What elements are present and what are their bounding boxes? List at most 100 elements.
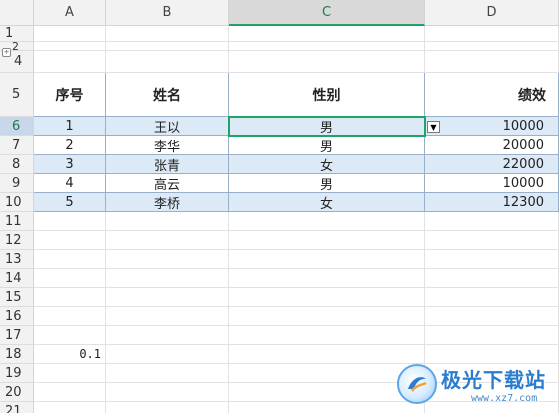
cell[interactable] bbox=[34, 288, 106, 307]
cell[interactable] bbox=[106, 364, 229, 383]
table-cell[interactable]: 女 bbox=[229, 155, 425, 174]
row-header-21[interactable]: 21 bbox=[0, 402, 34, 413]
cell[interactable] bbox=[106, 345, 229, 364]
table-header-index[interactable]: 序号 bbox=[34, 73, 106, 117]
row-header-5[interactable]: 5 bbox=[0, 73, 34, 117]
cell[interactable] bbox=[425, 231, 559, 250]
row-header-11[interactable]: 11 bbox=[0, 212, 34, 231]
row-header-9[interactable]: 9 bbox=[0, 174, 34, 193]
cell[interactable] bbox=[34, 42, 106, 51]
cell[interactable] bbox=[425, 307, 559, 326]
cell[interactable] bbox=[425, 269, 559, 288]
cell[interactable] bbox=[106, 326, 229, 345]
cell[interactable] bbox=[106, 402, 229, 413]
table-cell[interactable]: 张青 bbox=[106, 155, 229, 174]
cell[interactable] bbox=[34, 231, 106, 250]
table-cell[interactable]: 1 bbox=[34, 117, 106, 136]
table-cell[interactable]: 3 bbox=[34, 155, 106, 174]
table-cell[interactable]: 12300 bbox=[425, 193, 559, 212]
row-header-6[interactable]: 6 bbox=[0, 117, 34, 136]
cell[interactable] bbox=[229, 345, 425, 364]
table-cell[interactable]: 女 bbox=[229, 193, 425, 212]
cell[interactable] bbox=[229, 383, 425, 402]
table-cell[interactable]: 王以 bbox=[106, 117, 229, 136]
column-header-a[interactable]: A bbox=[34, 0, 106, 26]
cell[interactable] bbox=[106, 288, 229, 307]
cell[interactable] bbox=[425, 212, 559, 231]
cell-a18[interactable]: 0.1 bbox=[34, 345, 106, 364]
table-cell[interactable]: 高云 bbox=[106, 174, 229, 193]
column-header-b[interactable]: B bbox=[106, 0, 229, 26]
cell[interactable] bbox=[34, 364, 106, 383]
row-header-10[interactable]: 10 bbox=[0, 193, 34, 212]
cell[interactable] bbox=[34, 383, 106, 402]
cell[interactable] bbox=[106, 231, 229, 250]
select-all-corner[interactable] bbox=[0, 0, 34, 26]
cell[interactable] bbox=[229, 42, 425, 51]
table-cell[interactable]: 4 bbox=[34, 174, 106, 193]
cell[interactable] bbox=[229, 26, 425, 42]
cell[interactable] bbox=[106, 51, 229, 73]
cell[interactable] bbox=[229, 326, 425, 345]
table-cell[interactable]: 2 bbox=[34, 136, 106, 155]
row-header-14[interactable]: 14 bbox=[0, 269, 34, 288]
column-header-d[interactable]: D bbox=[425, 0, 559, 26]
cell[interactable] bbox=[229, 250, 425, 269]
cell[interactable] bbox=[425, 250, 559, 269]
table-cell[interactable]: 5 bbox=[34, 193, 106, 212]
dropdown-arrow-icon[interactable]: ▼ bbox=[427, 121, 440, 133]
table-header-performance[interactable]: 绩效 bbox=[425, 73, 559, 117]
cell[interactable] bbox=[229, 212, 425, 231]
table-header-gender[interactable]: 性别 bbox=[229, 73, 425, 117]
cell[interactable] bbox=[425, 51, 559, 73]
cell[interactable] bbox=[34, 212, 106, 231]
row-header-12[interactable]: 12 bbox=[0, 231, 34, 250]
table-cell[interactable]: 22000 bbox=[425, 155, 559, 174]
row-header-20[interactable]: 20 bbox=[0, 383, 34, 402]
table-cell[interactable]: 男 bbox=[229, 117, 425, 136]
cell[interactable] bbox=[229, 51, 425, 73]
table-cell[interactable]: 20000 bbox=[425, 136, 559, 155]
cell[interactable] bbox=[34, 269, 106, 288]
cell[interactable] bbox=[229, 364, 425, 383]
cell[interactable] bbox=[34, 26, 106, 42]
row-header-17[interactable]: 17 bbox=[0, 326, 34, 345]
cell[interactable] bbox=[106, 250, 229, 269]
table-cell[interactable]: 10000 bbox=[425, 174, 559, 193]
row-header-18[interactable]: 18 bbox=[0, 345, 34, 364]
cell[interactable] bbox=[229, 288, 425, 307]
cell[interactable] bbox=[34, 51, 106, 73]
cell[interactable] bbox=[106, 269, 229, 288]
cell[interactable] bbox=[106, 383, 229, 402]
cell[interactable] bbox=[229, 307, 425, 326]
cell[interactable] bbox=[106, 42, 229, 51]
cell[interactable] bbox=[106, 212, 229, 231]
cell[interactable] bbox=[106, 26, 229, 42]
cell[interactable] bbox=[106, 307, 229, 326]
cell[interactable] bbox=[34, 307, 106, 326]
row-header-19[interactable]: 19 bbox=[0, 364, 34, 383]
cell[interactable] bbox=[425, 26, 559, 42]
column-header-c[interactable]: C bbox=[229, 0, 425, 26]
row-header-16[interactable]: 16 bbox=[0, 307, 34, 326]
table-cell[interactable]: 男 bbox=[229, 174, 425, 193]
row-header-15[interactable]: 15 bbox=[0, 288, 34, 307]
table-cell[interactable]: 李桥 bbox=[106, 193, 229, 212]
outline-expand-icon[interactable]: ÷ bbox=[2, 48, 11, 57]
cell[interactable] bbox=[229, 231, 425, 250]
table-cell[interactable]: 男 bbox=[229, 136, 425, 155]
cell[interactable] bbox=[229, 269, 425, 288]
cell[interactable] bbox=[425, 326, 559, 345]
row-header-7[interactable]: 7 bbox=[0, 136, 34, 155]
cell[interactable] bbox=[34, 326, 106, 345]
cell[interactable] bbox=[425, 42, 559, 51]
cell[interactable] bbox=[34, 402, 106, 413]
cell[interactable] bbox=[425, 288, 559, 307]
row-header-8[interactable]: 8 bbox=[0, 155, 34, 174]
cell[interactable] bbox=[229, 402, 425, 413]
table-header-name[interactable]: 姓名 bbox=[106, 73, 229, 117]
row-header-13[interactable]: 13 bbox=[0, 250, 34, 269]
table-cell[interactable]: 10000 bbox=[425, 117, 559, 136]
table-cell[interactable]: 李华 bbox=[106, 136, 229, 155]
cell[interactable] bbox=[34, 250, 106, 269]
